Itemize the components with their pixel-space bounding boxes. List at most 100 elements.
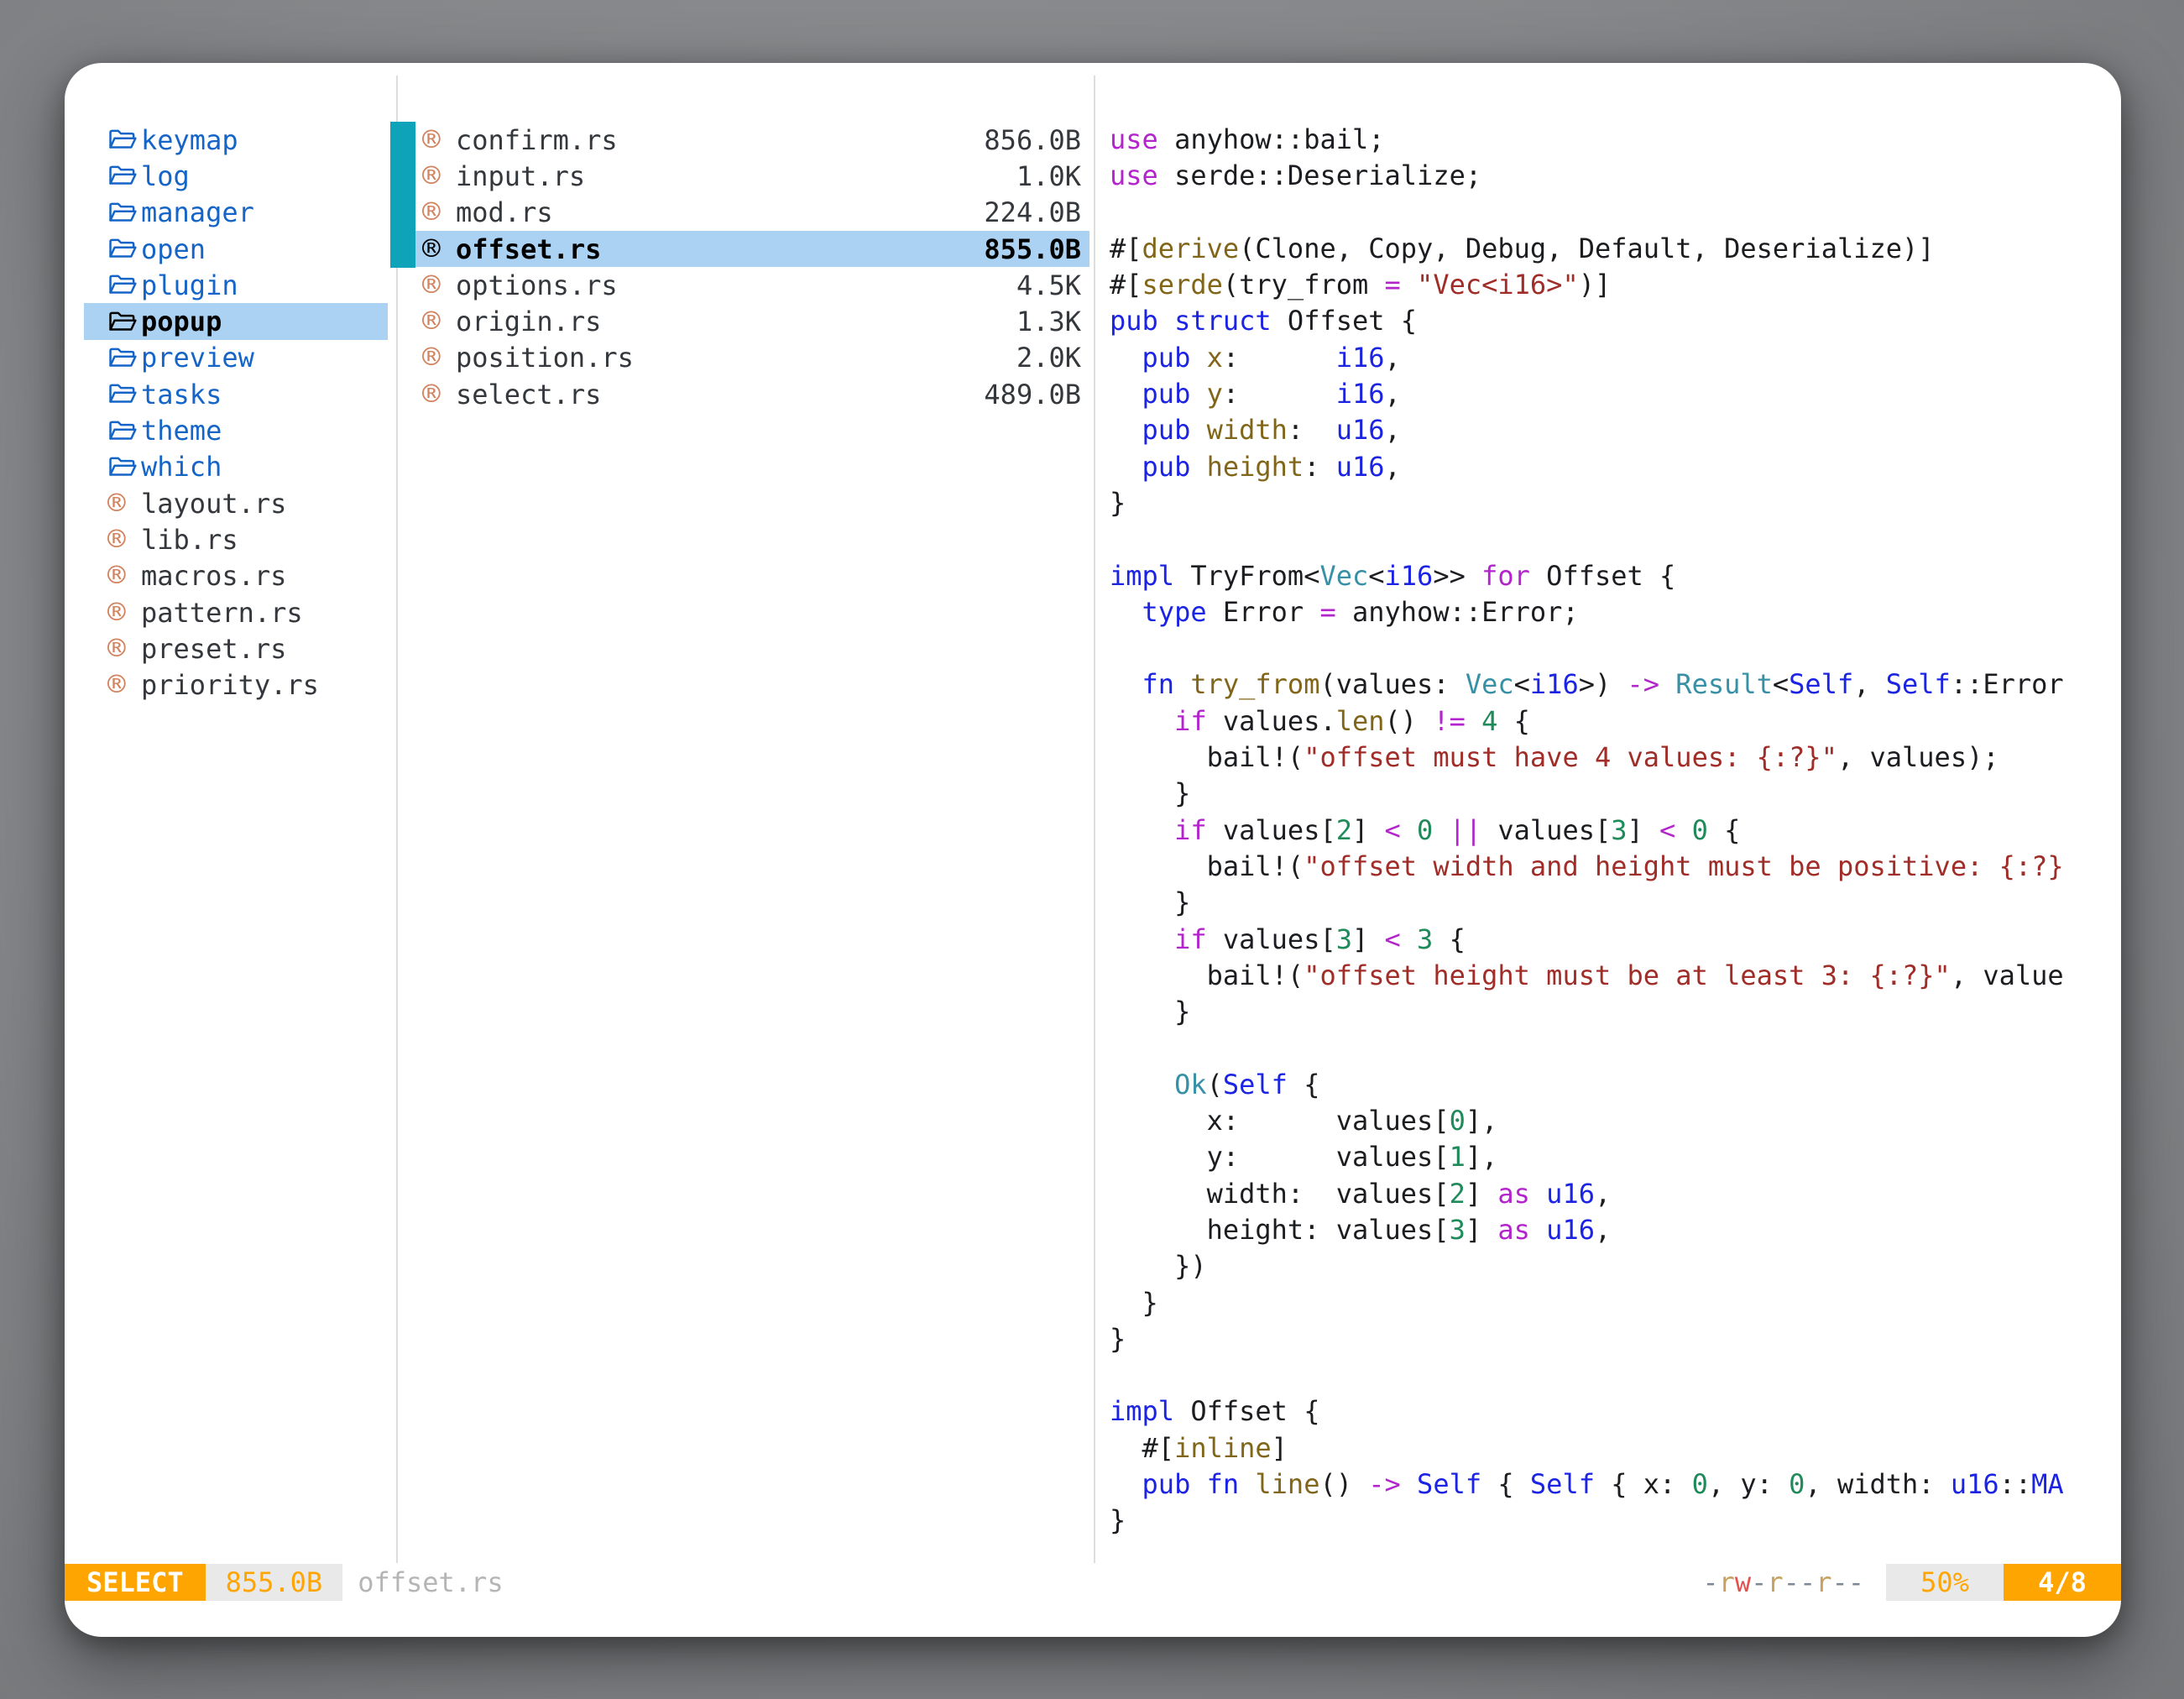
- rust-file-icon: ®: [107, 598, 141, 628]
- code-line: [1110, 195, 2121, 231]
- file-row-mod-rs[interactable]: ®mod.rs 224.0B: [415, 195, 1089, 231]
- file-size: 4.5K: [1016, 269, 1081, 301]
- rust-file-icon: ®: [422, 270, 456, 301]
- rust-file-icon: ®: [107, 561, 141, 591]
- sidebar-item-priority-rs[interactable]: ®priority.rs: [84, 667, 388, 703]
- code-line: }: [1110, 776, 2121, 812]
- permission-char: --: [1784, 1566, 1816, 1598]
- rust-file-icon: ®: [107, 525, 141, 555]
- rust-file-icon: ®: [107, 634, 141, 664]
- folder-icon: [107, 454, 141, 480]
- file-row-options-rs[interactable]: ®options.rs 4.5K: [415, 267, 1089, 303]
- item-label: popup: [141, 306, 222, 337]
- status-file-name: offset.rs: [358, 1564, 503, 1601]
- code-line: x: values[0],: [1110, 1103, 2121, 1139]
- file-row-input-rs[interactable]: ®input.rs1.0K: [415, 158, 1089, 194]
- sidebar-item-lib-rs[interactable]: ®lib.rs: [84, 521, 388, 557]
- file-row-select-rs[interactable]: ®select.rs489.0B: [415, 376, 1089, 412]
- code-line: y: values[1],: [1110, 1139, 2121, 1175]
- permissions-text: -rw-r--r--: [1702, 1564, 1864, 1601]
- folder-icon: [107, 272, 141, 298]
- code-line: }: [1110, 994, 2121, 1030]
- item-label: open: [141, 233, 206, 265]
- file-size: 855.0B: [984, 233, 1081, 265]
- scroll-percent-badge: 50%: [1886, 1564, 2004, 1601]
- sidebar-item-pattern-rs[interactable]: ®pattern.rs: [84, 594, 388, 630]
- file-name: offset.rs: [456, 233, 601, 265]
- file-name: mod.rs: [456, 196, 553, 228]
- sidebar-item-preview[interactable]: preview: [84, 340, 388, 376]
- selected-size-badge: 855.0B: [206, 1564, 343, 1601]
- sidebar-item-manager[interactable]: manager: [84, 195, 388, 231]
- folder-icon: [107, 381, 141, 407]
- file-name: options.rs: [456, 269, 618, 301]
- code-line: #[serde(try_from = "Vec<i16>")]: [1110, 267, 2121, 303]
- sidebar-item-keymap[interactable]: keymap: [84, 122, 388, 158]
- rust-file-icon: ®: [422, 197, 456, 227]
- sidebar-item-layout-rs[interactable]: ®layout.rs: [84, 485, 388, 521]
- item-label: keymap: [141, 124, 238, 156]
- current-pane: ®confirm.rs856.0B®input.rs1.0K®mod.rs224…: [415, 122, 1089, 412]
- sidebar-item-popup[interactable]: popup: [84, 303, 388, 339]
- permission-char: r: [1816, 1566, 1831, 1598]
- code-line: [1110, 1357, 2121, 1393]
- code-line: pub y: i16,: [1110, 376, 2121, 412]
- desktop-background: keymaplogmanager open plugin popup preview ta…: [0, 0, 2184, 1699]
- permission-char: r: [1719, 1566, 1735, 1598]
- sidebar-item-open[interactable]: open: [84, 231, 388, 267]
- file-name: confirm.rs: [456, 124, 618, 156]
- sidebar-item-macros-rs[interactable]: ®macros.rs: [84, 558, 388, 594]
- code-line: Ok(Self {: [1110, 1067, 2121, 1103]
- folder-icon: [107, 345, 141, 371]
- sidebar-item-tasks[interactable]: tasks: [84, 376, 388, 412]
- code-line: }: [1110, 485, 2121, 521]
- item-label: which: [141, 451, 222, 483]
- code-line: bail!("offset must have 4 values: {:?}",…: [1110, 740, 2121, 776]
- sidebar-item-preset-rs[interactable]: ®preset.rs: [84, 630, 388, 667]
- sidebar-item-log[interactable]: log: [84, 158, 388, 194]
- code-line: pub x: i16,: [1110, 340, 2121, 376]
- code-line: width: values[2] as u16,: [1110, 1176, 2121, 1212]
- code-line: [1110, 521, 2121, 557]
- rust-file-icon: ®: [422, 379, 456, 410]
- file-size: 224.0B: [984, 196, 1081, 228]
- item-label: plugin: [141, 269, 238, 301]
- code-line: bail!("offset height must be at least 3:…: [1110, 958, 2121, 994]
- file-row-position-rs[interactable]: ®position.rs2.0K: [415, 340, 1089, 376]
- rust-file-icon: ®: [422, 306, 456, 337]
- permission-char: -: [1751, 1566, 1767, 1598]
- file-row-confirm-rs[interactable]: ®confirm.rs856.0B: [415, 122, 1089, 158]
- file-row-offset-rs[interactable]: ®offset.rs 855.0B: [415, 231, 1089, 267]
- code-line: #[inline]: [1110, 1430, 2121, 1466]
- folder-icon: [107, 200, 141, 226]
- file-list-scrollbar[interactable]: [390, 122, 415, 268]
- file-name: input.rs: [456, 160, 585, 192]
- item-label: manager: [141, 196, 254, 228]
- item-label: preset.rs: [141, 633, 286, 665]
- pane-divider-left: [396, 76, 398, 1563]
- code-line: }: [1110, 1503, 2121, 1539]
- code-line: }): [1110, 1248, 2121, 1284]
- item-label: layout.rs: [141, 488, 286, 520]
- file-size: 1.0K: [1016, 160, 1081, 192]
- item-label: priority.rs: [141, 669, 319, 701]
- status-bar: SELECT 855.0B offset.rs -rw-r--r-- 50% 4…: [65, 1564, 2121, 1601]
- sidebar-item-plugin[interactable]: plugin: [84, 267, 388, 303]
- file-row-origin-rs[interactable]: ®origin.rs1.3K: [415, 303, 1089, 339]
- code-line: height: values[3] as u16,: [1110, 1212, 2121, 1248]
- rust-file-icon: ®: [422, 234, 456, 264]
- code-line: use anyhow::bail;: [1110, 122, 2121, 158]
- code-line: use serde::Deserialize;: [1110, 158, 2121, 194]
- code-line: if values[3] < 3 {: [1110, 922, 2121, 958]
- item-label: tasks: [141, 379, 222, 410]
- permission-char: r: [1767, 1566, 1783, 1598]
- code-line: type Error = anyhow::Error;: [1110, 594, 2121, 630]
- status-right-group: -rw-r--r-- 50% 4/8: [1702, 1564, 2121, 1601]
- code-line: }: [1110, 1285, 2121, 1321]
- permission-char: --: [1831, 1566, 1864, 1598]
- sidebar-item-theme[interactable]: theme: [84, 412, 388, 448]
- folder-icon: [107, 236, 141, 262]
- item-label: preview: [141, 342, 254, 374]
- item-label: lib.rs: [141, 524, 238, 556]
- sidebar-item-which[interactable]: which: [84, 449, 388, 485]
